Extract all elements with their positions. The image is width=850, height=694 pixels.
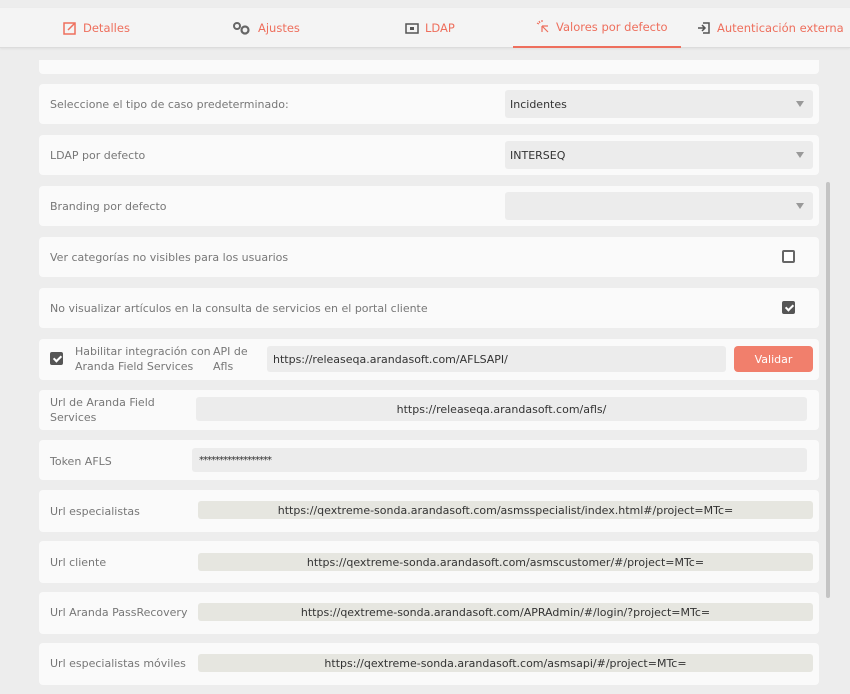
validate-button[interactable]: Validar — [734, 346, 813, 372]
afls-integration-row: Habilitar integración con Aranda Field S… — [39, 339, 819, 380]
tab-label: Valores por defecto — [556, 20, 668, 34]
url-mobile-specialists-label: Url especialistas móviles — [50, 657, 186, 670]
afls-api-input[interactable]: https://releaseqa.arandasoft.com/AFLSAPI… — [267, 346, 726, 372]
gears-icon — [232, 21, 252, 35]
afls-url-label-line2: Services — [50, 411, 97, 424]
url-passrecovery-field: https://qextreme-sonda.arandasoft.com/AP… — [198, 603, 813, 621]
case-type-select[interactable]: Incidentes — [505, 90, 813, 118]
chevron-down-icon — [796, 203, 804, 209]
branding-default-select[interactable] — [505, 192, 813, 220]
ldap-default-label: LDAP por defecto — [50, 149, 146, 162]
ldap-default-row: LDAP por defecto INTERSEQ — [39, 135, 819, 175]
url-mobile-specialists-field: https://qextreme-sonda.arandasoft.com/as… — [198, 654, 813, 672]
branding-default-row: Branding por defecto — [39, 186, 819, 226]
ldap-default-value: INTERSEQ — [510, 148, 566, 162]
hidden-categories-checkbox[interactable] — [782, 250, 795, 263]
sign-in-icon — [697, 21, 711, 35]
token-afls-row: Token AFLS ****************** — [39, 440, 819, 480]
url-client-field: https://qextreme-sonda.arandasoft.com/as… — [198, 553, 813, 571]
afls-integration-label: Habilitar integración con Aranda Field S… — [75, 344, 211, 374]
token-afls-input[interactable]: ****************** — [192, 448, 807, 472]
case-type-row: Seleccione el tipo de caso predeterminad… — [39, 84, 819, 124]
tab-bar: Detalles Ajustes LDAP Valores por defect… — [0, 8, 850, 48]
tab-ajustes[interactable]: Ajustes — [232, 8, 300, 48]
tab-label: Detalles — [83, 21, 130, 35]
tab-autenticacion-externa[interactable]: Autenticación externa — [697, 8, 844, 48]
pointer-click-icon — [536, 20, 550, 34]
tab-detalles[interactable]: Detalles — [63, 8, 130, 48]
afls-url-input[interactable]: https://releaseqa.arandasoft.com/afls/ — [196, 397, 807, 421]
branding-default-label: Branding por defecto — [50, 200, 167, 213]
url-passrecovery-label: Url Aranda PassRecovery — [50, 606, 188, 619]
afls-url-label-line1: Url de Aranda Field — [50, 396, 155, 409]
afls-api-label-line1: API de — [213, 345, 248, 358]
tab-label: LDAP — [425, 21, 455, 35]
folder-icon — [405, 21, 419, 35]
afls-integration-checkbox[interactable] — [50, 352, 63, 365]
url-specialists-label: Url especialistas — [50, 505, 140, 518]
afls-api-label-line2: Afls — [213, 360, 234, 373]
tab-valores-por-defecto[interactable]: Valores por defecto — [513, 8, 681, 48]
tab-label: Autenticación externa — [717, 21, 844, 35]
url-passrecovery-row: Url Aranda PassRecovery https://qextreme… — [39, 592, 819, 634]
tab-label: Ajustes — [258, 21, 300, 35]
afls-url-label: Url de Aranda Field Services — [50, 395, 155, 425]
edit-icon — [63, 21, 77, 35]
afls-api-label: API de Afls — [213, 344, 248, 374]
token-afls-label: Token AFLS — [50, 455, 112, 468]
hidden-categories-label: Ver categorías no visibles para los usua… — [50, 251, 289, 264]
url-specialists-row: Url especialistas https://qextreme-sonda… — [39, 490, 819, 532]
url-client-row: Url cliente https://qextreme-sonda.arand… — [39, 541, 819, 583]
hidden-categories-row: Ver categorías no visibles para los usua… — [39, 237, 819, 277]
afls-label-line2: Aranda Field Services — [75, 360, 194, 373]
chevron-down-icon — [796, 152, 804, 158]
hide-articles-row: No visualizar artículos en la consulta d… — [39, 288, 819, 328]
ldap-default-select[interactable]: INTERSEQ — [505, 141, 813, 169]
scrollbar[interactable] — [826, 182, 830, 598]
tab-ldap[interactable]: LDAP — [405, 8, 455, 48]
partial-card — [39, 60, 819, 74]
url-specialists-field: https://qextreme-sonda.arandasoft.com/as… — [198, 501, 813, 519]
chevron-down-icon — [796, 101, 804, 107]
afls-url-row: Url de Aranda Field Services https://rel… — [39, 390, 819, 430]
url-mobile-specialists-row: Url especialistas móviles https://qextre… — [39, 643, 819, 685]
afls-label-line1: Habilitar integración con — [75, 345, 211, 358]
hide-articles-label: No visualizar artículos en la consulta d… — [50, 302, 428, 315]
case-type-value: Incidentes — [510, 97, 567, 111]
hide-articles-checkbox[interactable] — [782, 301, 795, 314]
case-type-label: Seleccione el tipo de caso predeterminad… — [50, 98, 289, 111]
url-client-label: Url cliente — [50, 556, 107, 569]
